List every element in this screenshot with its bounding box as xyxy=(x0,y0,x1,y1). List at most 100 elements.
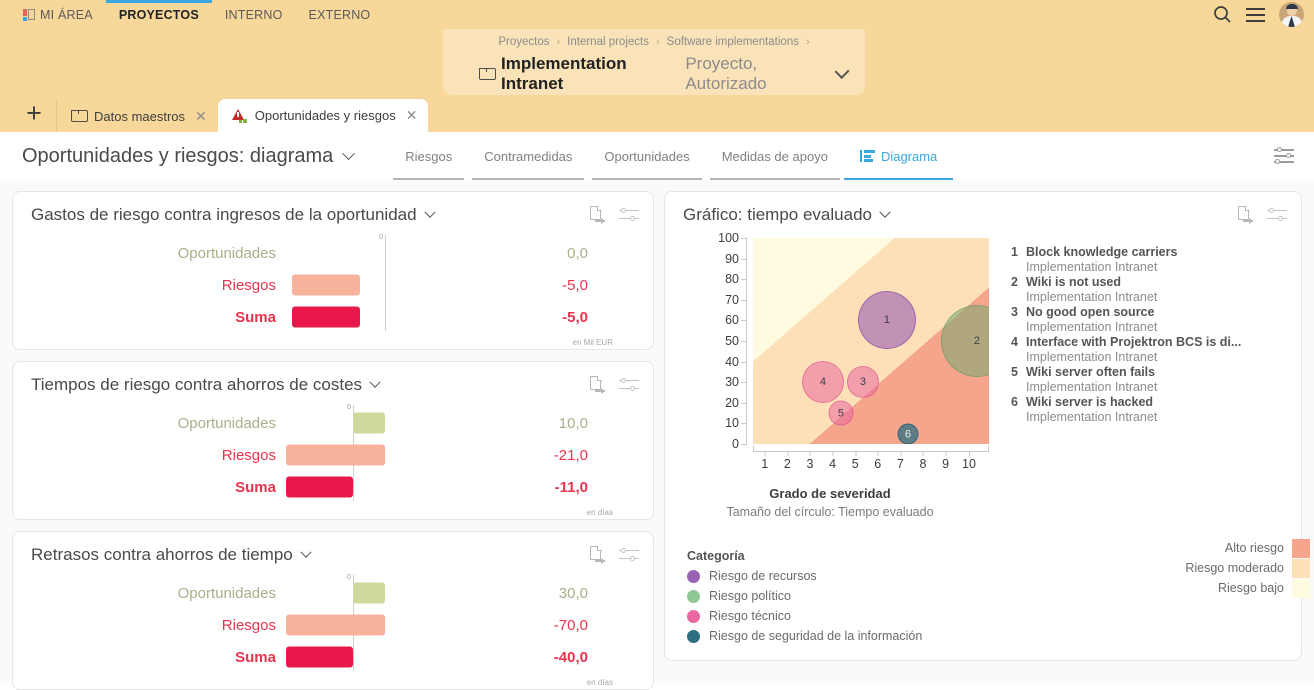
legend-item: Riesgo bajo xyxy=(1070,578,1310,598)
tab-medidas-de-apoyo[interactable]: Medidas de apoyo xyxy=(706,132,844,180)
topnav-item-mi-area[interactable]: MI ÁREA xyxy=(10,0,106,29)
card-tools xyxy=(1238,206,1287,224)
bubble-label: 1 xyxy=(883,314,891,326)
legend-item[interactable]: Riesgo técnico xyxy=(686,606,1067,626)
list-item[interactable]: 3 No good open source Implementation Intr… xyxy=(1009,305,1295,334)
chevron-down-icon[interactable] xyxy=(369,376,381,388)
card-header: Retrasos contra ahorros de tiempo xyxy=(13,532,653,569)
y-tick: 90 xyxy=(725,251,747,266)
bar-track xyxy=(286,471,488,503)
card-settings-icon[interactable] xyxy=(618,377,639,393)
list-item[interactable]: 1 Block knowledge carriers Implementation… xyxy=(1009,245,1295,274)
item-project: Implementation Intranet xyxy=(1025,380,1158,394)
list-item[interactable]: 6 Wiki server is hacked Implementation In… xyxy=(1009,395,1295,424)
add-tab-button[interactable] xyxy=(12,95,56,132)
user-avatar[interactable] xyxy=(1279,2,1304,27)
legend-item[interactable]: Riesgo político xyxy=(686,586,1067,606)
list-item[interactable]: 4 Interface with Projektron BCS is di... … xyxy=(1009,335,1295,364)
bubble-point-5[interactable]: 5 xyxy=(828,400,854,426)
chevron-down-icon[interactable] xyxy=(879,206,891,218)
menu-icon[interactable] xyxy=(1246,7,1265,22)
list-item[interactable]: 5 Wiki server often fails Implementation … xyxy=(1009,365,1295,394)
item-number: 2 xyxy=(1011,275,1018,289)
bar-label: Riesgos xyxy=(221,276,276,294)
tab-riesgos[interactable]: Riesgos xyxy=(389,132,468,180)
folder-icon xyxy=(479,68,496,80)
bar-label: Suma xyxy=(235,648,276,666)
project-status: Proyecto, Autorizado xyxy=(685,54,767,93)
legend-color-swatch xyxy=(686,609,700,623)
risk-item-legend: 1 Block knowledge carriers Implementation… xyxy=(995,233,1295,425)
bubble-label: 3 xyxy=(859,376,867,388)
export-icon[interactable] xyxy=(589,376,605,394)
export-icon[interactable] xyxy=(1238,206,1253,224)
bubble-point-6[interactable]: 6 xyxy=(897,423,919,444)
chevron-down-icon[interactable] xyxy=(342,146,356,160)
item-project: Implementation Intranet xyxy=(1025,320,1158,334)
bar-track xyxy=(288,407,488,439)
view-settings-icon[interactable] xyxy=(1274,147,1294,164)
tab-oportunidades[interactable]: Oportunidades xyxy=(588,132,705,180)
legend-item[interactable]: Riesgo de seguridad de la información xyxy=(686,626,1067,646)
export-icon[interactable] xyxy=(589,546,605,564)
bar-row: Suma -11,0 xyxy=(13,471,653,503)
x-tick: 9 xyxy=(942,451,950,471)
card-title: Tiempos de riesgo contra ahorros de cost… xyxy=(31,375,363,394)
project-title: Implementation Intranet xyxy=(501,54,627,93)
item-project: Implementation Intranet xyxy=(1025,350,1158,364)
breadcrumb-item-1[interactable]: Internal projects xyxy=(567,36,649,48)
close-icon[interactable]: ✕ xyxy=(195,108,207,125)
top-nav-items: MI ÁREA PROYECTOS INTERNO EXTERNO xyxy=(10,0,383,29)
bubble-point-3[interactable]: 3 xyxy=(846,366,879,398)
plot-area: 1 2 3 4 5 6 xyxy=(752,238,989,444)
x-tick: 10 xyxy=(962,451,976,471)
card-tools xyxy=(589,376,639,394)
card-grafico-tiempo-evaluado: Gráfico: tiempo evaluado Probabilidad de… xyxy=(663,191,1310,661)
bar-track xyxy=(288,237,488,269)
y-tick: 20 xyxy=(725,395,747,410)
tab-contramedidas[interactable]: Contramedidas xyxy=(468,132,588,180)
list-item[interactable]: 2 Wiki is not used Implementation Intrane… xyxy=(1009,275,1295,304)
card-settings-icon[interactable] xyxy=(618,207,639,223)
topnav-item-interno[interactable]: INTERNO xyxy=(212,0,296,29)
bubble-point-4[interactable]: 4 xyxy=(801,361,844,403)
bar-label: Riesgos xyxy=(221,446,276,464)
bar-row: Riesgos -70,0 xyxy=(13,609,653,641)
card-header: Tiempos de riesgo contra ahorros de cost… xyxy=(13,362,653,399)
chevron-down-icon[interactable] xyxy=(300,546,312,558)
y-tick: 60 xyxy=(725,313,747,328)
card-settings-icon[interactable] xyxy=(1267,207,1287,223)
breadcrumb-separator: › xyxy=(655,36,660,48)
legend-label: Riesgo bajo xyxy=(1217,581,1284,595)
y-tick: 50 xyxy=(725,334,747,348)
card-retrasos: Retrasos contra ahorros de tiempo 0 Opor… xyxy=(12,531,654,690)
legend-label: Alto riesgo xyxy=(1224,541,1284,555)
export-icon[interactable] xyxy=(589,206,605,224)
top-right-actions xyxy=(1213,0,1304,29)
bar-value: 30,0 xyxy=(558,584,588,602)
legend-color-swatch xyxy=(686,629,700,643)
card-tools xyxy=(589,206,639,224)
tab-oportunidades-y-riesgos[interactable]: Oportunidades y riesgos ✕ xyxy=(217,99,429,132)
x-tick: 6 xyxy=(874,451,882,471)
chevron-down-icon[interactable] xyxy=(834,63,850,79)
card-tools xyxy=(589,546,639,564)
tab-datos-maestros[interactable]: Datos maestros ✕ xyxy=(56,100,218,132)
bar-sum xyxy=(286,476,353,498)
breadcrumb-item-0[interactable]: Proyectos xyxy=(498,36,549,48)
legend-label: Riesgo moderado xyxy=(1185,561,1284,575)
topnav-item-proyectos[interactable]: PROYECTOS xyxy=(105,0,212,29)
top-navigation-bar: MI ÁREA PROYECTOS INTERNO EXTERNO xyxy=(0,0,1314,29)
subtab-label: Diagrama xyxy=(880,148,938,164)
search-icon[interactable] xyxy=(1213,5,1232,24)
tab-diagrama[interactable]: Diagrama xyxy=(843,132,954,180)
close-icon[interactable]: ✕ xyxy=(406,107,418,124)
chevron-down-icon[interactable] xyxy=(423,206,436,218)
topnav-item-externo[interactable]: EXTERNO xyxy=(296,0,384,29)
legend-item: Alto riesgo xyxy=(1070,538,1310,558)
legend-item[interactable]: Riesgo de recursos xyxy=(686,566,1067,586)
legend-color-swatch xyxy=(1291,558,1310,578)
bubble-point-1[interactable]: 1 xyxy=(857,291,916,349)
card-settings-icon[interactable] xyxy=(618,547,639,563)
breadcrumb-item-2[interactable]: Software implementations xyxy=(667,36,799,48)
